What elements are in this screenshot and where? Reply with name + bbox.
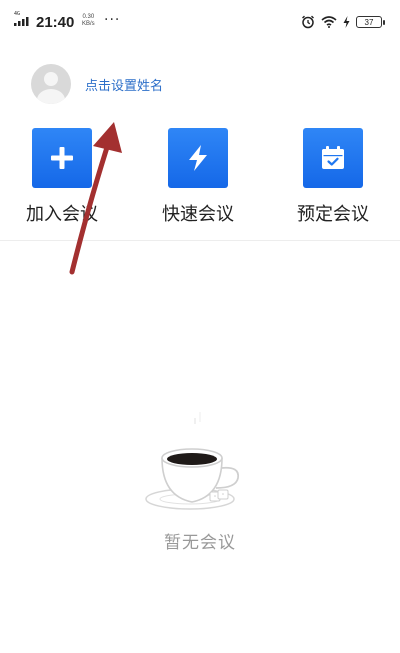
lightning-icon: [189, 145, 207, 171]
default-avatar-icon[interactable]: [31, 64, 71, 104]
empty-state-text: 暂无会议: [164, 533, 236, 553]
status-bar: 4G 21:40 0.30 KB/s ··· 37: [0, 0, 400, 40]
network-speed: 0.30 KB/s: [82, 14, 95, 27]
signal-icon: [14, 17, 29, 26]
schedule-meeting-button[interactable]: 预定会议: [273, 128, 393, 226]
set-name-link[interactable]: 点击设置姓名: [85, 75, 163, 94]
join-meeting-tile[interactable]: [32, 128, 92, 188]
join-meeting-button[interactable]: 加入会议: [2, 128, 122, 226]
meeting-actions: 加入会议 快速会议 预定会议: [0, 128, 400, 228]
alarm-icon: [302, 15, 314, 29]
schedule-meeting-label: 预定会议: [297, 204, 369, 225]
battery-level: 37: [364, 18, 374, 27]
coffee-cup-icon: [145, 412, 240, 510]
clock: 21:40: [36, 14, 75, 31]
battery-icon: 37: [356, 16, 385, 28]
wifi-icon: [321, 16, 337, 28]
quick-meeting-label: 快速会议: [162, 204, 234, 225]
section-divider: [0, 240, 400, 241]
more-notifications-indicator: ···: [104, 12, 121, 28]
charging-icon: [343, 16, 350, 28]
profile-row[interactable]: 点击设置姓名: [31, 64, 163, 104]
app-screen: 4G 21:40 0.30 KB/s ··· 37 点击设置姓名 加入会议 快速…: [0, 0, 400, 653]
plus-icon: [51, 147, 73, 169]
quick-meeting-button[interactable]: 快速会议: [138, 128, 258, 226]
quick-meeting-tile[interactable]: [168, 128, 228, 188]
join-meeting-label: 加入会议: [26, 204, 98, 225]
status-icons: 37: [301, 15, 385, 29]
schedule-meeting-tile[interactable]: [303, 128, 363, 188]
calendar-check-icon: [322, 146, 344, 169]
